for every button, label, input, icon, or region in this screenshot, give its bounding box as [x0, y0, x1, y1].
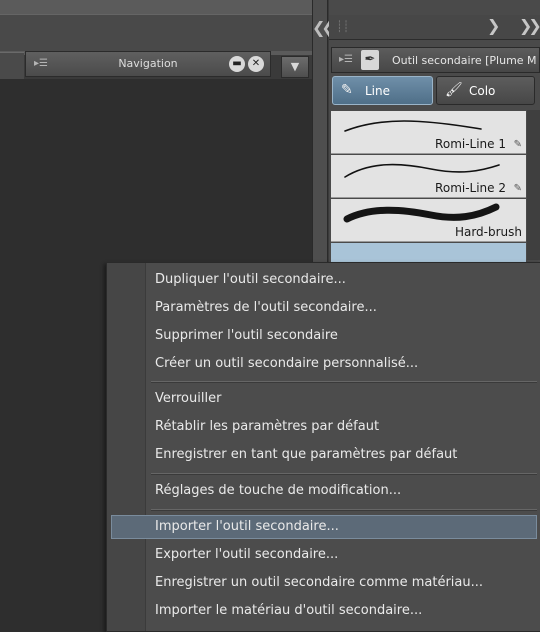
menu-separator: [151, 381, 537, 383]
panel-dock-bar: ┊┊ ❯ ❯❯: [329, 15, 540, 40]
minimize-circle-icon[interactable]: ▬: [229, 56, 245, 72]
pencil-icon: ✎: [513, 139, 522, 150]
panel-menu-icon[interactable]: ▼: [281, 56, 309, 78]
pen-line-icon: ✎: [341, 82, 353, 98]
panel-grip-icon[interactable]: ▸☰: [339, 54, 353, 65]
dock-grip-icon[interactable]: ┊┊: [336, 20, 349, 33]
subtool-panel-header[interactable]: ▸☰ ✒ Outil secondaire [Plume M: [331, 47, 540, 73]
brush-name: Romi-Line 2: [435, 181, 506, 195]
brush-item[interactable]: Romi-Line 1 ✎: [331, 111, 526, 154]
menu-item-save-as-default[interactable]: Enregistrer en tant que paramètres par d…: [111, 443, 537, 467]
pen-nib-icon: ✒: [361, 50, 379, 70]
context-menu: Dupliquer l'outil secondaire... Paramètr…: [106, 262, 540, 632]
chevron-right-icon[interactable]: ❯: [487, 16, 500, 35]
subtool-panel-title: Outil secondaire [Plume M: [392, 54, 537, 67]
brush-name: Romi-Line 1: [435, 137, 506, 151]
brush-item-selected[interactable]: [331, 243, 526, 263]
color-brush-icon: 🖌: [445, 82, 463, 98]
menu-item-import-subtool[interactable]: Importer l'outil secondaire...: [111, 515, 537, 539]
menu-item-import-material[interactable]: Importer le matériau d'outil secondaire.…: [111, 599, 537, 623]
brush-name: Hard-brush: [454, 225, 522, 239]
close-circle-icon[interactable]: ✕: [248, 56, 264, 72]
brush-list-scrollbar[interactable]: [527, 110, 540, 260]
group-tab-line[interactable]: ✎ Line: [332, 76, 433, 105]
brush-item[interactable]: Hard-brush: [331, 199, 526, 242]
menu-item-export-subtool[interactable]: Exporter l'outil secondaire...: [111, 543, 537, 567]
menu-item-duplicate-subtool[interactable]: Dupliquer l'outil secondaire...: [111, 268, 537, 292]
menu-item-subtool-settings[interactable]: Paramètres de l'outil secondaire...: [111, 296, 537, 320]
brush-item[interactable]: Romi-Line 2 ✎: [331, 155, 526, 198]
menu-item-register-as-material[interactable]: Enregistrer un outil secondaire comme ma…: [111, 571, 537, 595]
menu-separator: [151, 473, 537, 475]
menu-item-lock[interactable]: Verrouiller: [111, 387, 537, 411]
left-panel-stub: [0, 52, 24, 80]
group-tab-label: Colo: [469, 84, 496, 98]
group-tab-label: Line: [365, 84, 391, 98]
left-tab-strip: [0, 14, 312, 51]
group-tab-color[interactable]: 🖌 Colo: [436, 76, 535, 105]
navigation-panel-header[interactable]: ▸☰ Navigation ▬ ✕: [25, 51, 271, 77]
menu-item-modifier-key-settings[interactable]: Réglages de touche de modification...: [111, 479, 537, 503]
menu-separator: [151, 509, 537, 511]
menu-item-delete-subtool[interactable]: Supprimer l'outil secondaire: [111, 324, 537, 348]
double-chevron-right-icon[interactable]: ❯❯: [519, 16, 540, 35]
menu-item-create-custom-subtool[interactable]: Créer un outil secondaire personnalisé..…: [111, 352, 537, 376]
double-chevron-left-icon[interactable]: ❮❮: [312, 16, 335, 40]
pencil-icon: ✎: [513, 183, 522, 194]
menu-item-reset-defaults[interactable]: Rétablir les paramètres par défaut: [111, 415, 537, 439]
